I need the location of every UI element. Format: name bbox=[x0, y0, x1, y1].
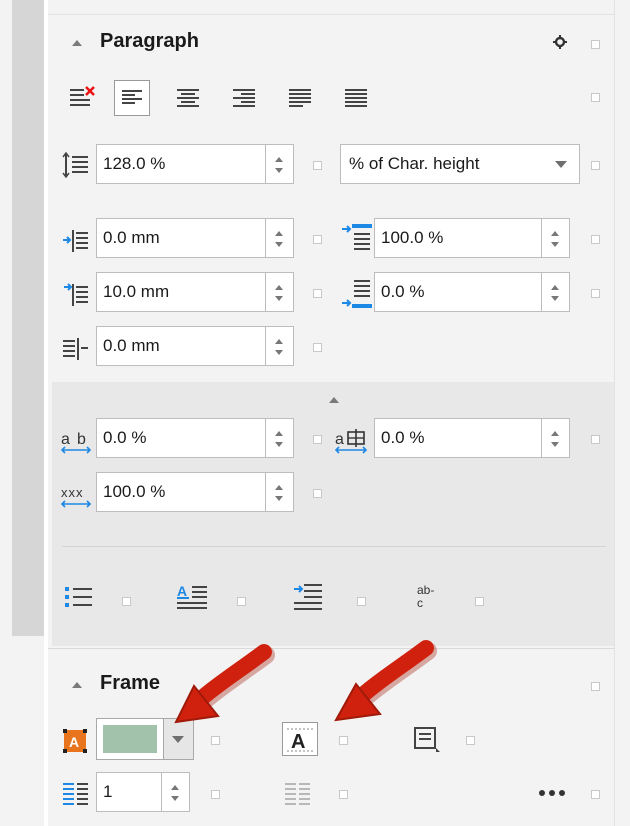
indent-after-input[interactable]: 10.0 mm bbox=[96, 272, 266, 312]
svg-text:A: A bbox=[177, 583, 187, 599]
spacing-below-icon bbox=[340, 278, 372, 310]
frame-section-divider bbox=[48, 648, 614, 649]
column-gutter-icon[interactable] bbox=[284, 780, 312, 806]
asian-spacing-check[interactable] bbox=[591, 435, 600, 444]
alignment-check[interactable] bbox=[591, 93, 600, 102]
asian-spacing-input[interactable]: 0.0 % bbox=[374, 418, 542, 458]
char-spacing-icon: ab bbox=[60, 428, 94, 456]
svg-text:xxx: xxx bbox=[61, 485, 84, 500]
indent-right-check[interactable] bbox=[313, 343, 322, 352]
indent-list-check[interactable] bbox=[357, 597, 366, 606]
columns-icon bbox=[62, 780, 90, 806]
paragraph-collapse-arrow[interactable] bbox=[72, 40, 82, 46]
indent-after-spinner[interactable] bbox=[266, 272, 294, 312]
svg-text:c: c bbox=[417, 596, 423, 610]
line-spacing-check[interactable] bbox=[313, 161, 322, 170]
line-spacing-mode-check[interactable] bbox=[591, 161, 600, 170]
frame-fill-color-button[interactable] bbox=[96, 718, 164, 760]
bullets-check[interactable] bbox=[122, 597, 131, 606]
svg-text:a: a bbox=[335, 431, 344, 448]
hyphenation-check[interactable] bbox=[475, 597, 484, 606]
indent-after-check[interactable] bbox=[313, 289, 322, 298]
text-wrap-icon[interactable]: A bbox=[176, 582, 208, 612]
spacing-divider bbox=[62, 546, 606, 547]
justify-all-icon[interactable] bbox=[338, 80, 374, 116]
gear-icon[interactable] bbox=[553, 35, 567, 49]
hyphenation-icon[interactable]: ab-c bbox=[416, 582, 448, 612]
frame-section-title: Frame bbox=[100, 672, 161, 694]
line-spacing-input[interactable]: 128.0 % bbox=[96, 144, 266, 184]
paragraph-section-title: Paragraph bbox=[100, 30, 199, 52]
asian-spacing-spinner[interactable] bbox=[542, 418, 570, 458]
chevron-down-icon[interactable] bbox=[555, 161, 567, 168]
svg-text:b: b bbox=[77, 431, 86, 448]
frame-fill-dropdown[interactable] bbox=[164, 718, 194, 760]
frame-border-check[interactable] bbox=[466, 736, 475, 745]
spacing-above-icon bbox=[340, 224, 372, 254]
justify-icon[interactable] bbox=[282, 80, 318, 116]
char-spacing-check[interactable] bbox=[313, 435, 322, 444]
frame-fill-swatch bbox=[103, 725, 157, 753]
text-wrap-check[interactable] bbox=[237, 597, 246, 606]
svg-text:A: A bbox=[69, 734, 79, 750]
frame-fill-check[interactable] bbox=[211, 736, 220, 745]
paragraph-options-check[interactable] bbox=[591, 40, 600, 49]
spacing-below-spinner[interactable] bbox=[542, 272, 570, 312]
frame-collapse-arrow[interactable] bbox=[72, 682, 82, 688]
frame-options-check[interactable] bbox=[591, 682, 600, 691]
columns-input[interactable]: 1 bbox=[96, 772, 162, 812]
spacing-below-input[interactable]: 0.0 % bbox=[374, 272, 542, 312]
frame-fill-icon: A bbox=[62, 728, 88, 754]
expand-arrow[interactable] bbox=[329, 397, 339, 403]
indent-list-icon[interactable] bbox=[292, 582, 324, 612]
text-outline-icon[interactable]: A bbox=[282, 722, 318, 756]
asian-spacing-icon: a bbox=[334, 428, 370, 456]
char-width-check[interactable] bbox=[313, 489, 322, 498]
svg-text:A: A bbox=[291, 731, 305, 753]
line-spacing-mode-select[interactable]: % of Char. height bbox=[340, 144, 580, 184]
columns-spinner[interactable] bbox=[162, 772, 190, 812]
char-width-spinner[interactable] bbox=[266, 472, 294, 512]
spacing-above-check[interactable] bbox=[591, 235, 600, 244]
line-spacing-icon bbox=[62, 151, 90, 179]
align-center-icon[interactable] bbox=[170, 80, 206, 116]
indent-right-icon bbox=[62, 336, 90, 362]
spacing-above-input[interactable]: 100.0 % bbox=[374, 218, 542, 258]
line-spacing-mode-value: % of Char. height bbox=[349, 154, 480, 173]
panel-top-divider bbox=[48, 14, 614, 15]
align-right-icon[interactable] bbox=[226, 80, 262, 116]
column-gutter-check[interactable] bbox=[339, 790, 348, 799]
indent-right-spinner[interactable] bbox=[266, 326, 294, 366]
spacing-above-spinner[interactable] bbox=[542, 218, 570, 258]
char-width-input[interactable]: 100.0 % bbox=[96, 472, 266, 512]
char-spacing-input[interactable]: 0.0 % bbox=[96, 418, 266, 458]
line-spacing-spinner[interactable] bbox=[266, 144, 294, 184]
frame-border-icon[interactable] bbox=[412, 724, 442, 754]
more-options-check[interactable] bbox=[591, 790, 600, 799]
columns-check[interactable] bbox=[211, 790, 220, 799]
svg-text:a: a bbox=[61, 431, 70, 448]
no-alignment-icon[interactable] bbox=[64, 80, 100, 116]
char-width-icon: xxx bbox=[60, 482, 94, 510]
bullets-icon[interactable] bbox=[64, 584, 94, 610]
chevron-down-icon bbox=[172, 736, 184, 743]
indent-before-spinner[interactable] bbox=[266, 218, 294, 258]
left-sidebar-strip bbox=[12, 0, 44, 636]
indent-before-input[interactable]: 0.0 mm bbox=[96, 218, 266, 258]
indent-right-input[interactable]: 0.0 mm bbox=[96, 326, 266, 366]
indent-before-check[interactable] bbox=[313, 235, 322, 244]
first-line-indent-icon bbox=[62, 282, 90, 308]
svg-text:ab-: ab- bbox=[417, 583, 434, 597]
more-options-icon[interactable] bbox=[538, 786, 570, 798]
text-outline-check[interactable] bbox=[339, 736, 348, 745]
indent-before-icon bbox=[62, 228, 90, 254]
char-spacing-spinner[interactable] bbox=[266, 418, 294, 458]
spacing-below-check[interactable] bbox=[591, 289, 600, 298]
align-left-icon[interactable] bbox=[114, 80, 150, 116]
